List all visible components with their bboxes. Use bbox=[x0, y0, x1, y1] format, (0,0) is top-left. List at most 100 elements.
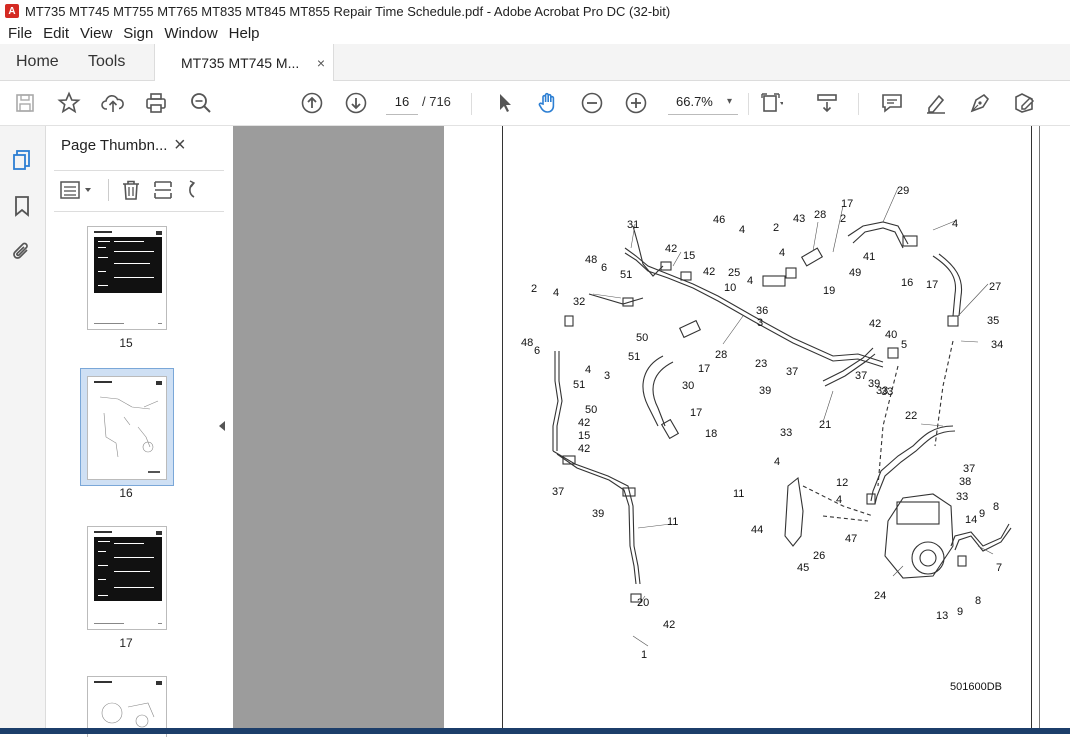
callout-number: 46 bbox=[713, 214, 725, 226]
attachments-icon[interactable] bbox=[10, 240, 34, 264]
previous-page-shadow bbox=[233, 126, 444, 734]
callout-number: 37 bbox=[786, 366, 798, 378]
tab-tools[interactable]: Tools bbox=[88, 44, 125, 80]
callout-number: 35 bbox=[987, 315, 999, 327]
page-total: / 716 bbox=[422, 94, 451, 109]
acrobat-icon: A bbox=[5, 4, 19, 18]
thumbnail-label: 15 bbox=[119, 336, 133, 350]
next-page-edge bbox=[1039, 126, 1070, 734]
callout-number: 2 bbox=[840, 213, 846, 225]
callout-number: 27 bbox=[989, 281, 1001, 293]
page-thumbnail[interactable] bbox=[87, 226, 167, 330]
page-thumbnails-icon[interactable] bbox=[10, 148, 34, 172]
callout-number: 28 bbox=[814, 209, 826, 221]
title-bar: A MT735 MT745 MT755 MT765 MT835 MT845 MT… bbox=[0, 0, 1070, 23]
callout-number: 47 bbox=[845, 533, 857, 545]
sign-pen-icon[interactable] bbox=[967, 90, 993, 116]
parts-diagram: 2917464 243 28 2 4314215 4 414916 17 2748651 42 25… bbox=[521, 185, 1012, 693]
bookmark-star-icon[interactable] bbox=[56, 90, 82, 116]
zoom-in-icon[interactable] bbox=[623, 90, 649, 116]
callout-number: 28 bbox=[715, 349, 727, 361]
toolbar-divider bbox=[471, 93, 472, 115]
callout-number: 4 bbox=[747, 275, 753, 287]
window-title: MT735 MT745 MT755 MT765 MT835 MT845 MT85… bbox=[25, 3, 671, 19]
save-icon[interactable] bbox=[12, 90, 38, 116]
previous-page-icon[interactable] bbox=[299, 90, 325, 116]
page-thumbnail[interactable] bbox=[87, 526, 167, 630]
panel-collapse-handle[interactable] bbox=[212, 126, 232, 734]
callout-number: 11 bbox=[733, 488, 744, 500]
callout-number: 39 bbox=[592, 508, 604, 520]
callout-number: 16 bbox=[901, 277, 913, 289]
callout-number: 13 bbox=[936, 610, 948, 622]
page-thumbnail-selected[interactable] bbox=[87, 376, 167, 480]
tab-document[interactable]: MT735 MT745 M... × bbox=[154, 44, 334, 81]
highlight-pen-icon[interactable] bbox=[923, 90, 949, 116]
callout-number: 42 bbox=[665, 243, 677, 255]
zoom-level-select[interactable]: 66.7% ▾ bbox=[668, 90, 738, 115]
page-fit-icon[interactable] bbox=[758, 90, 784, 116]
callout-number: 9 bbox=[979, 508, 985, 520]
callout-number: 6 bbox=[534, 345, 540, 357]
comment-icon[interactable] bbox=[879, 90, 905, 116]
callout-number: 24 bbox=[874, 590, 886, 602]
thumbnail-toolbar bbox=[54, 170, 224, 212]
callout-number: 30 bbox=[682, 380, 694, 392]
callout-number: 3 bbox=[604, 370, 610, 382]
thumbnail-options-icon[interactable] bbox=[60, 180, 96, 200]
toolbar-divider bbox=[858, 93, 859, 115]
zoom-search-icon[interactable] bbox=[188, 90, 214, 116]
callout-number: 43 bbox=[793, 213, 805, 225]
print-icon[interactable] bbox=[143, 90, 169, 116]
callout-number: 8 bbox=[975, 595, 981, 607]
callout-number: 5 bbox=[901, 339, 907, 351]
callout-number: 1 bbox=[641, 649, 647, 661]
callout-number: 42 bbox=[703, 266, 715, 278]
close-tab-icon[interactable]: × bbox=[317, 55, 325, 71]
thumbnail-label: 16 bbox=[119, 486, 133, 500]
tab-home[interactable]: Home bbox=[16, 44, 59, 80]
callout-number: 17 bbox=[841, 198, 853, 210]
callout-number: 41 bbox=[863, 251, 875, 263]
upload-cloud-icon[interactable] bbox=[100, 90, 126, 116]
callout-number: 36 bbox=[756, 305, 768, 317]
callout-number: 31 bbox=[627, 219, 639, 231]
menu-sign[interactable]: Sign bbox=[123, 25, 153, 42]
callout-number: 4 bbox=[836, 494, 842, 506]
menu-view[interactable]: View bbox=[80, 25, 112, 42]
zoom-out-icon[interactable] bbox=[579, 90, 605, 116]
scroll-mode-icon[interactable] bbox=[814, 90, 840, 116]
callout-number: 44 bbox=[751, 524, 763, 536]
callout-number: 45 bbox=[797, 562, 809, 574]
callout-number: 4 bbox=[553, 287, 559, 299]
left-navigation-rail bbox=[0, 126, 46, 734]
callout-number: 42 bbox=[578, 417, 590, 429]
select-cursor-icon[interactable] bbox=[492, 90, 518, 116]
edit-pdf-icon[interactable] bbox=[1011, 90, 1037, 116]
callout-number: 33 bbox=[780, 427, 792, 439]
callout-number: 37 bbox=[552, 486, 564, 498]
menu-window[interactable]: Window bbox=[164, 25, 217, 42]
tab-document-label: MT735 MT745 M... bbox=[181, 54, 300, 71]
close-panel-icon[interactable]: × bbox=[174, 134, 186, 157]
callout-number: 48 bbox=[585, 254, 597, 266]
callout-number: 17 bbox=[698, 363, 710, 375]
callout-number: 37 bbox=[855, 370, 867, 382]
thumbnail-preview bbox=[94, 231, 162, 324]
hand-tool-icon[interactable] bbox=[535, 90, 561, 116]
document-view[interactable]: 29 17 46 4 2 43 28 2 4 31 42 15 4 41 49 16 17 27 48 6 51 42 25… bbox=[233, 126, 1070, 734]
callout-number: 23 bbox=[755, 358, 767, 370]
bookmarks-icon[interactable] bbox=[10, 194, 34, 218]
callout-number: 15 bbox=[683, 250, 695, 262]
menu-file[interactable]: File bbox=[8, 25, 32, 42]
menu-help[interactable]: Help bbox=[229, 25, 260, 42]
extract-pages-icon[interactable] bbox=[152, 179, 174, 201]
callout-number: 4 bbox=[779, 247, 785, 259]
menu-edit[interactable]: Edit bbox=[43, 25, 69, 42]
callout-number: 39 bbox=[759, 385, 771, 397]
next-page-icon[interactable] bbox=[343, 90, 369, 116]
callout-number: 18 bbox=[705, 428, 717, 440]
rotate-page-icon[interactable] bbox=[182, 179, 196, 201]
page-number-input[interactable]: 16 bbox=[386, 90, 418, 115]
delete-page-icon[interactable] bbox=[120, 179, 142, 201]
